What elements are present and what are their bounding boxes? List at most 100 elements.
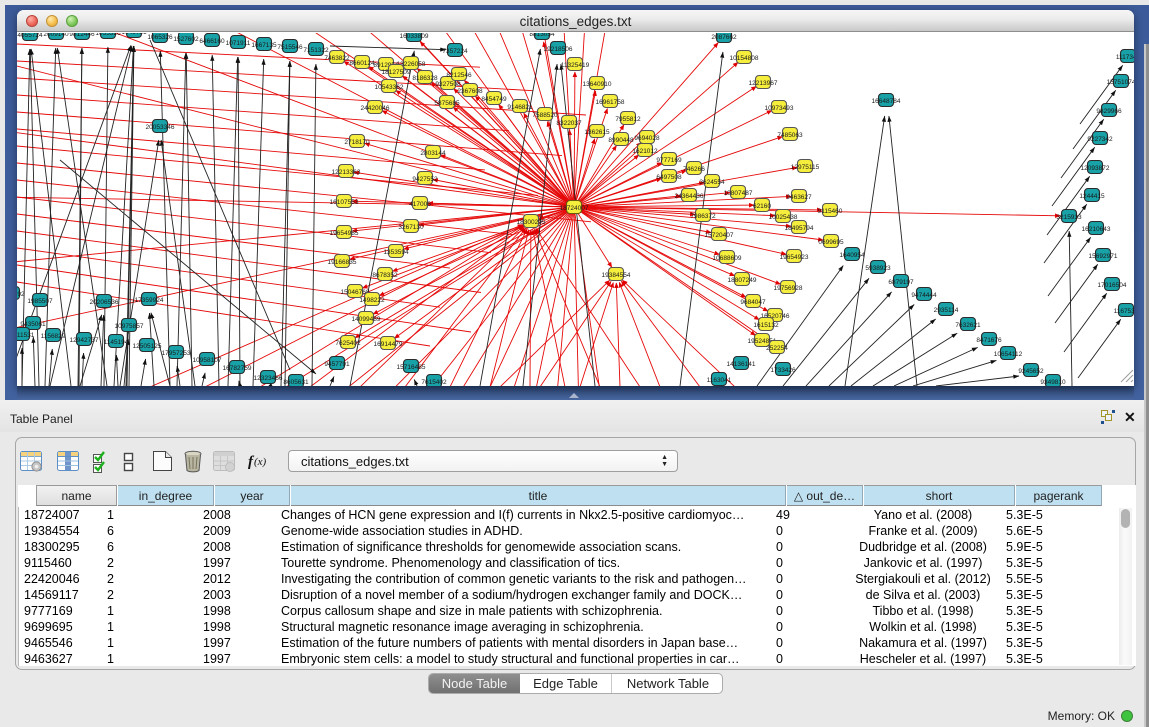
svg-text:17016504: 17016504	[1098, 282, 1127, 289]
svg-text:7986372: 7986372	[690, 213, 716, 220]
svg-text:16210643: 16210643	[1082, 226, 1111, 233]
svg-text:1362615: 1362615	[584, 129, 610, 136]
svg-text:8471676: 8471676	[976, 337, 1002, 344]
svg-text:12942737: 12942737	[70, 337, 99, 344]
svg-text:8454749: 8454749	[481, 96, 507, 103]
svg-text:252254: 252254	[766, 345, 788, 352]
svg-text:16914479: 16914479	[374, 341, 403, 348]
svg-text:9812446: 9812446	[69, 33, 95, 38]
svg-text:19384554: 19384554	[602, 272, 631, 279]
svg-text:14136141: 14136141	[727, 361, 756, 368]
svg-text:1117342: 1117342	[1116, 54, 1134, 61]
svg-text:3267130: 3267130	[398, 224, 424, 231]
svg-text:6879197: 6879197	[888, 279, 914, 286]
svg-text:19654985: 19654985	[330, 230, 359, 237]
svg-text:9427552: 9427552	[412, 176, 438, 183]
svg-text:7632621: 7632621	[955, 322, 981, 329]
svg-text:9777169: 9777169	[656, 157, 682, 164]
svg-text:4055724: 4055724	[17, 33, 43, 39]
svg-text:1071911: 1071911	[226, 40, 251, 47]
svg-text:7463822: 7463822	[324, 55, 350, 62]
svg-text:8678352: 8678352	[372, 272, 398, 279]
svg-text:6497508: 6497508	[656, 174, 682, 181]
svg-text:9349810: 9349810	[1040, 379, 1066, 386]
svg-text:3624554: 3624554	[699, 179, 725, 186]
svg-text:15720407: 15720407	[705, 232, 734, 239]
svg-text:20206536: 20206536	[90, 299, 119, 306]
svg-text:9684047: 9684047	[740, 299, 766, 306]
svg-text:3911531: 3911531	[17, 332, 35, 339]
svg-text:7588520: 7588520	[532, 112, 558, 119]
svg-text:1640954: 1640954	[839, 252, 865, 259]
svg-text:15751074: 15751074	[1107, 79, 1134, 86]
svg-text:9329966: 9329966	[1096, 108, 1122, 115]
svg-text:12975115: 12975115	[791, 164, 820, 171]
svg-text:9463627: 9463627	[786, 194, 812, 201]
svg-text:2935114: 2935114	[934, 307, 959, 314]
svg-text:7615402: 7615402	[421, 379, 447, 386]
svg-text:16107553: 16107553	[330, 199, 359, 206]
svg-text:5938923: 5938923	[865, 265, 891, 272]
svg-text:1667135: 1667135	[251, 42, 277, 49]
svg-text:9457791: 9457791	[324, 361, 350, 368]
svg-text:9115460: 9115460	[818, 208, 843, 215]
svg-text:1498222: 1498222	[359, 297, 385, 304]
svg-text:9245652: 9245652	[1018, 368, 1044, 375]
svg-text:18495794: 18495794	[785, 225, 814, 232]
svg-text:20053346: 20053346	[146, 124, 175, 131]
svg-text:8660124: 8660124	[349, 60, 375, 67]
svg-text:8990448: 8990448	[608, 137, 634, 144]
svg-text:19218506: 19218506	[544, 46, 573, 53]
svg-text:2718170: 2718170	[344, 139, 370, 146]
svg-text:417006: 417006	[409, 201, 431, 208]
svg-text:7357224: 7357224	[442, 48, 468, 55]
svg-text:8605631: 8605631	[283, 379, 309, 386]
svg-text:1244415: 1244415	[1079, 193, 1105, 200]
svg-text:2087662: 2087662	[711, 34, 737, 41]
svg-text:16648784: 16648784	[872, 98, 901, 105]
svg-text:24420046: 24420046	[361, 105, 390, 112]
svg-text:9694028: 9694028	[634, 135, 660, 142]
svg-text:10973493: 10973493	[765, 105, 794, 112]
svg-text:19654923: 19654923	[780, 254, 809, 261]
svg-text:1145194: 1145194	[104, 339, 129, 346]
svg-text:18807249: 18807249	[728, 277, 757, 284]
svg-text:6466160: 6466160	[199, 38, 225, 45]
svg-text:2803144: 2803144	[420, 150, 446, 157]
svg-text:10654112: 10654112	[994, 351, 1023, 358]
svg-text:1733426: 1733426	[770, 367, 796, 374]
svg-text:1649731: 1649731	[121, 33, 147, 36]
svg-text:7515546: 7515546	[277, 44, 303, 51]
svg-text:12213967: 12213967	[749, 80, 778, 87]
svg-text:7151322: 7151322	[303, 47, 329, 54]
svg-text:10975857: 10975857	[115, 323, 144, 330]
svg-text:1156829: 1156829	[41, 333, 66, 340]
svg-text:8322037: 8322037	[556, 120, 582, 127]
svg-text:16782759: 16782759	[223, 365, 252, 372]
svg-text:10025438: 10025438	[769, 214, 798, 221]
svg-text:1055326: 1055326	[95, 33, 121, 37]
svg-text:12093872: 12093872	[1081, 165, 1110, 172]
svg-text:24364436: 24364436	[675, 193, 704, 200]
svg-text:12505125: 12505125	[133, 343, 162, 350]
svg-text:17359924: 17359924	[135, 297, 164, 304]
svg-text:1527602: 1527602	[173, 36, 199, 43]
svg-text:19166835: 19166835	[328, 259, 357, 266]
svg-text:12323466: 12323466	[254, 375, 283, 382]
svg-text:9474444: 9474444	[911, 292, 937, 299]
svg-text:9327508: 9327508	[435, 81, 461, 88]
svg-text:8813054: 8813054	[529, 33, 555, 38]
svg-text:62160: 62160	[753, 203, 771, 210]
svg-text:2009140: 2009140	[43, 33, 69, 38]
svg-text:10688609: 10688609	[713, 255, 742, 262]
svg-text:12213363: 12213363	[332, 169, 361, 176]
svg-text:18127509: 18127509	[382, 69, 411, 76]
svg-text:1621012: 1621012	[632, 148, 658, 155]
svg-text:5875685: 5875685	[434, 100, 460, 107]
svg-text:8212546: 8212546	[446, 72, 472, 79]
svg-text:19756928: 19756928	[774, 285, 803, 292]
svg-text:10543362: 10543362	[375, 84, 404, 91]
svg-text:9227342: 9227342	[1087, 136, 1113, 143]
svg-text:7625402: 7625402	[335, 340, 361, 347]
svg-text:7485063: 7485063	[777, 132, 803, 139]
